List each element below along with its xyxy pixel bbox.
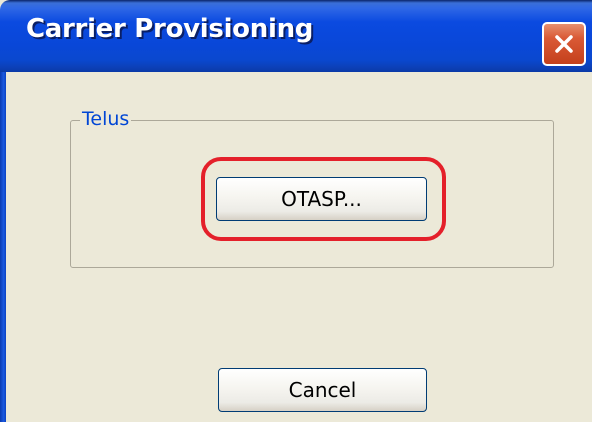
title-bar[interactable]: Carrier Provisioning	[0, 0, 592, 72]
close-icon	[552, 32, 576, 56]
cancel-button-label: Cancel	[288, 378, 357, 402]
cancel-button[interactable]: Cancel	[218, 368, 427, 412]
window-left-border	[0, 72, 6, 422]
window-title: Carrier Provisioning	[26, 14, 314, 44]
dialog-window: Carrier Provisioning Telus OTASP... Canc…	[0, 0, 592, 422]
close-button[interactable]	[542, 22, 586, 66]
highlight-annotation	[201, 157, 446, 241]
groupbox-label: Telus	[80, 107, 132, 131]
